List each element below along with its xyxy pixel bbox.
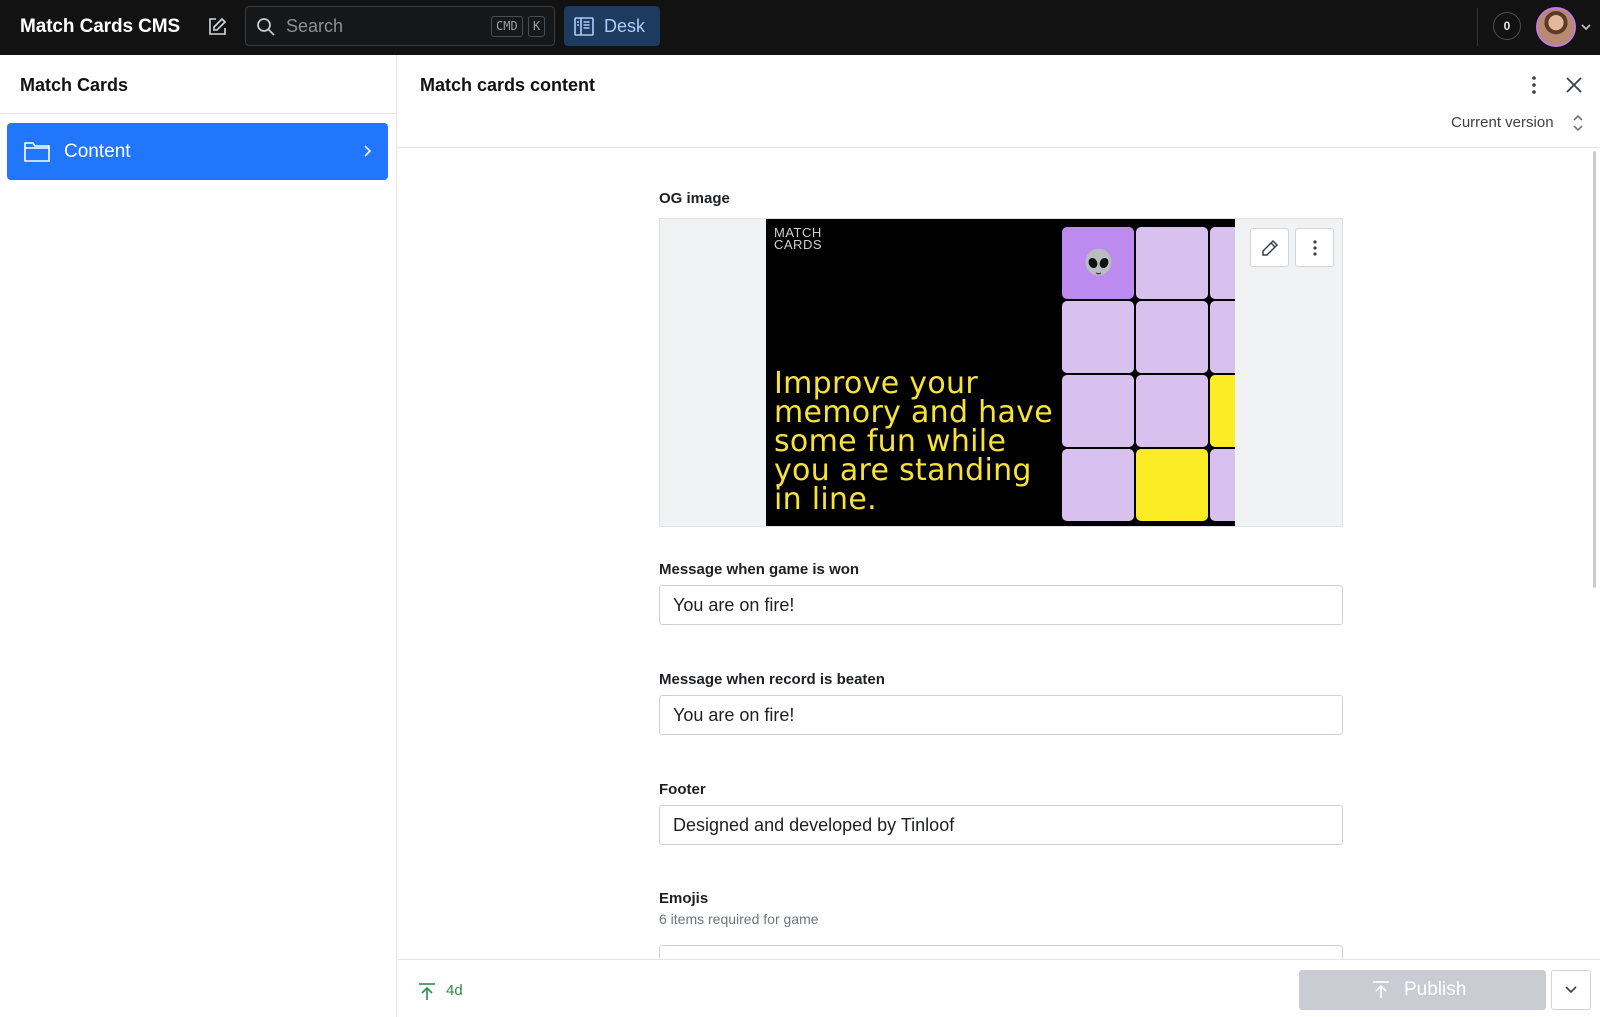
chevron-down-icon xyxy=(1565,986,1577,994)
pane-item-content[interactable]: Content xyxy=(7,123,388,180)
pane-title: Match Cards xyxy=(20,75,129,95)
compose-icon xyxy=(209,17,227,35)
toolbar-divider xyxy=(1477,8,1478,46)
footer-label: Footer xyxy=(659,781,706,798)
chevron-up-down-icon[interactable] xyxy=(1572,113,1584,133)
shortcut-cmd-key: CMD xyxy=(491,16,523,37)
chevron-down-icon[interactable] xyxy=(1580,22,1592,32)
card-tile xyxy=(1062,375,1134,447)
og-tagline: Improve your memory and have some fun wh… xyxy=(774,366,1053,517)
scrollbar[interactable] xyxy=(1593,151,1596,588)
structure-pane: Match Cards Content xyxy=(0,55,397,1017)
desk-icon xyxy=(574,17,594,36)
card-tile xyxy=(1136,301,1208,373)
publish-icon xyxy=(1373,981,1389,998)
more-vertical-icon xyxy=(1532,76,1536,94)
notifications-badge[interactable]: 0 xyxy=(1493,12,1521,40)
card-tile xyxy=(1062,301,1134,373)
search-bar[interactable]: Search CMD K xyxy=(245,6,555,46)
card-tile xyxy=(1136,227,1208,299)
pane-divider xyxy=(0,113,397,114)
alien-emoji-icon xyxy=(1085,249,1112,276)
close-icon xyxy=(1566,77,1582,93)
top-navbar: Match Cards CMS Search CMD K Desk 0 xyxy=(0,0,1600,55)
publish-button[interactable]: Publish xyxy=(1299,970,1546,1010)
publish-menu-button[interactable] xyxy=(1551,970,1591,1010)
og-brand-text: MATCH CARDS xyxy=(774,226,823,252)
document-pane: Match cards content Current version OG i… xyxy=(398,55,1600,1017)
pencil-icon xyxy=(1261,239,1278,256)
emojis-label: Emojis xyxy=(659,890,709,907)
card-tile xyxy=(1062,227,1134,299)
won-message-label: Message when game is won xyxy=(659,561,860,578)
desk-tool-button[interactable]: Desk xyxy=(564,6,660,46)
app-title[interactable]: Match Cards CMS xyxy=(20,16,180,38)
og-image-field[interactable]: MATCH CARDS Improve your memory and have… xyxy=(659,218,1343,527)
published-arrow-icon xyxy=(419,983,435,1000)
user-avatar[interactable] xyxy=(1536,7,1576,47)
compose-button[interactable] xyxy=(204,14,230,40)
folder-icon xyxy=(24,142,50,162)
desk-label: Desk xyxy=(604,16,646,36)
card-tile xyxy=(1210,227,1235,299)
og-brand-line2: CARDS xyxy=(774,237,823,252)
search-icon xyxy=(257,18,275,36)
card-tile xyxy=(1210,449,1235,521)
chevron-right-icon xyxy=(364,145,372,157)
document-title: Match cards content xyxy=(420,75,596,95)
card-tile xyxy=(1136,449,1208,521)
shortcut-k-key: K xyxy=(528,16,546,37)
won-message-input[interactable]: You are on fire! xyxy=(659,585,1343,625)
card-tile xyxy=(1210,301,1235,373)
publish-status[interactable]: 4d xyxy=(446,982,463,999)
publish-label: Publish xyxy=(1404,979,1467,1000)
header-divider xyxy=(398,147,1600,148)
card-tile xyxy=(1210,375,1235,447)
card-tile xyxy=(1136,375,1208,447)
pane-item-label: Content xyxy=(64,141,131,162)
emojis-description: 6 items required for game xyxy=(659,911,819,927)
record-message-label: Message when record is beaten xyxy=(659,671,885,688)
card-tile xyxy=(1062,449,1134,521)
image-options-button[interactable] xyxy=(1295,228,1334,267)
og-image-label: OG image xyxy=(659,190,730,207)
document-footer: 4d Publish xyxy=(398,959,1600,1017)
record-message-input[interactable]: You are on fire! xyxy=(659,695,1343,735)
og-image-preview: MATCH CARDS Improve your memory and have… xyxy=(766,219,1235,526)
footer-input[interactable]: Designed and developed by Tinloof xyxy=(659,805,1343,845)
more-vertical-icon xyxy=(1312,239,1317,256)
close-pane-button[interactable] xyxy=(1562,73,1586,97)
version-selector[interactable]: Current version xyxy=(1451,114,1554,131)
edit-image-button[interactable] xyxy=(1250,228,1289,267)
search-placeholder: Search xyxy=(286,16,344,36)
document-menu-button[interactable] xyxy=(1522,73,1546,97)
